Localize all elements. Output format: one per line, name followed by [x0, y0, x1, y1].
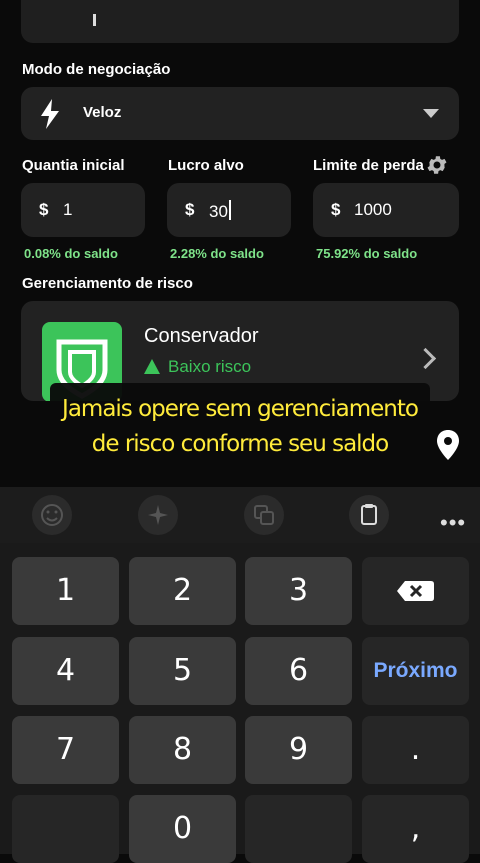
ai-button[interactable] — [138, 495, 178, 535]
empty-key — [12, 795, 119, 863]
key-0[interactable]: 0 — [129, 795, 236, 863]
next-key[interactable]: Próximo — [362, 637, 469, 705]
loss-limit-label: Limite de perda — [313, 157, 424, 174]
target-profit-input[interactable]: $ 30 — [167, 183, 291, 237]
key-7[interactable]: 7 — [12, 716, 119, 784]
key-9[interactable]: 9 — [245, 716, 352, 784]
clipboard-button[interactable] — [349, 495, 389, 535]
key-6[interactable]: 6 — [245, 637, 352, 705]
key-1[interactable]: 1 — [12, 557, 119, 625]
card-marker — [93, 14, 96, 26]
initial-amount-value: 1 — [63, 200, 73, 219]
empty-key — [245, 795, 352, 863]
risk-level: Baixo risco — [144, 357, 251, 377]
key-2[interactable]: 2 — [129, 557, 236, 625]
chevron-right-icon — [414, 347, 437, 370]
key-4[interactable]: 4 — [12, 637, 119, 705]
comma-key[interactable]: , — [362, 795, 469, 863]
bolt-icon — [41, 99, 59, 129]
location-pin-icon[interactable] — [436, 430, 460, 460]
emoji-icon — [41, 504, 63, 526]
period-key[interactable]: . — [362, 716, 469, 784]
loss-limit-percent: 75.92% do saldo — [316, 246, 418, 261]
sparkle-icon — [148, 505, 168, 525]
target-profit-percent: 2.28% do saldo — [170, 246, 264, 261]
risk-level-text: Baixo risco — [168, 357, 252, 376]
loss-limit-input[interactable]: $ 1000 — [313, 183, 459, 237]
caption-line-2: de risco conforme seu saldo — [91, 431, 389, 457]
risk-profile-name: Conservador — [144, 325, 259, 347]
warning-icon — [144, 359, 160, 374]
trade-mode-label: Modo de negociação — [22, 61, 171, 78]
key-3[interactable]: 3 — [245, 557, 352, 625]
caption-line-1: Jamais opere sem gerenciamento — [62, 396, 419, 422]
backspace-key[interactable] — [362, 557, 469, 625]
trade-mode-value: Veloz — [83, 104, 122, 121]
translate-button[interactable] — [244, 495, 284, 535]
key-5[interactable]: 5 — [129, 637, 236, 705]
translate-icon — [254, 505, 274, 525]
text-cursor — [228, 200, 231, 220]
trade-mode-select[interactable]: Veloz — [21, 87, 459, 140]
risk-management-label: Gerenciamento de risco — [22, 275, 193, 292]
target-profit-label: Lucro alvo — [168, 157, 244, 174]
initial-amount-input[interactable]: $ 1 — [21, 183, 145, 237]
previous-card — [21, 0, 459, 43]
currency-symbol: $ — [39, 200, 49, 219]
currency-symbol: $ — [185, 200, 195, 219]
loss-limit-value: 1000 — [354, 200, 392, 219]
initial-amount-percent: 0.08% do saldo — [24, 246, 118, 261]
video-caption: Jamais opere sem gerenciamento de risco … — [50, 383, 430, 473]
chevron-down-icon — [423, 109, 439, 118]
currency-symbol: $ — [331, 200, 341, 219]
keyboard-toolbar: ••• — [0, 487, 480, 543]
key-8[interactable]: 8 — [129, 716, 236, 784]
numeric-keyboard: 1 2 3 4 5 6 Próximo 7 8 9 . 0 , — [0, 543, 480, 863]
gear-icon[interactable] — [425, 153, 449, 177]
initial-amount-label: Quantia inicial — [22, 157, 125, 174]
more-icon[interactable]: ••• — [440, 510, 466, 536]
clipboard-icon — [361, 504, 377, 525]
emoji-button[interactable] — [32, 495, 72, 535]
target-profit-value: 30 — [209, 202, 228, 221]
backspace-icon — [397, 581, 434, 601]
